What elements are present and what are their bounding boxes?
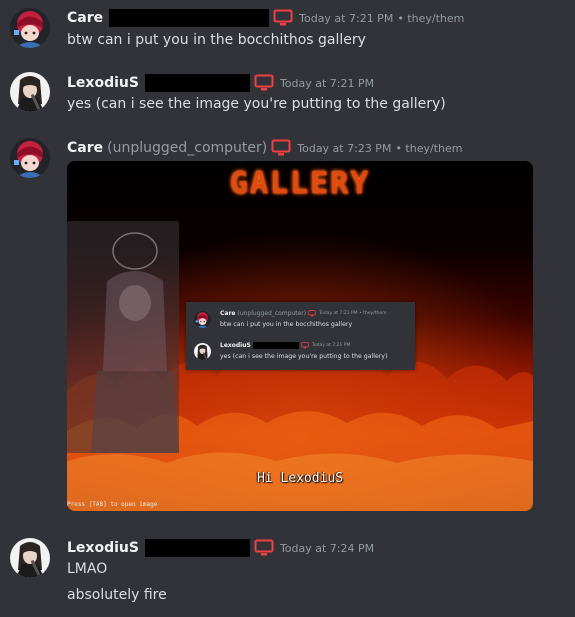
- quoted-header: Care (unplugged_computer) Today at 7:21 …: [220, 310, 387, 317]
- desktop-monitor-icon: [254, 539, 274, 557]
- username[interactable]: Care: [67, 10, 103, 26]
- quoted-username: Care: [220, 310, 236, 317]
- greeting-text: Hi LexodiuS: [256, 471, 344, 486]
- desktop-monitor-icon: [308, 310, 316, 317]
- desktop-monitor-icon: [271, 139, 291, 157]
- quoted-message-screenshot: Care (unplugged_computer) Today at 7:21 …: [186, 302, 415, 370]
- press-tab-hint: Press [TAB] to open image: [67, 501, 158, 508]
- quoted-text: btw can i put you in the bocchithos gall…: [220, 321, 353, 328]
- message-header: LexodiuS Today at 7:24 PM: [67, 538, 374, 558]
- timestamp[interactable]: Today at 7:24 PM: [280, 542, 374, 555]
- avatar[interactable]: [10, 72, 50, 112]
- avatar: [194, 343, 211, 360]
- image-attachment[interactable]: GALLERY Care (unplugged_computer) Today …: [67, 161, 533, 511]
- username[interactable]: LexodiuS: [67, 540, 139, 556]
- timestamp[interactable]: Today at 7:21 PM: [280, 77, 374, 90]
- message-text: absolutely fire: [67, 587, 167, 603]
- avatar[interactable]: [10, 538, 50, 578]
- user-handle: (unplugged_computer): [107, 140, 268, 156]
- gallery-title: GALLERY: [229, 166, 371, 201]
- username[interactable]: Care: [67, 140, 103, 156]
- quoted-text: yes (can i see the image you're putting …: [220, 353, 388, 360]
- message-text: yes (can i see the image you're putting …: [67, 96, 446, 112]
- avatar[interactable]: [10, 8, 50, 48]
- timestamp[interactable]: Today at 7:23 PM: [297, 142, 391, 155]
- quoted-meta: Today at 7:21 PM: [311, 343, 351, 348]
- message-header: Care (unplugged_computer) Today at 7:23 …: [67, 138, 462, 158]
- avatar: [194, 311, 211, 328]
- desktop-monitor-icon: [273, 9, 293, 27]
- desktop-monitor-icon: [254, 74, 274, 92]
- pronouns: • they/them: [397, 11, 465, 25]
- redacted-box: [144, 539, 250, 557]
- message-header: LexodiuS Today at 7:21 PM: [67, 73, 374, 93]
- redacted-box: [144, 74, 250, 92]
- message-header: Care Today at 7:21 PM • they/them: [67, 8, 464, 28]
- avatar[interactable]: [10, 138, 50, 178]
- redacted-box: [252, 342, 299, 349]
- quoted-header: LexodiuS Today at 7:21 PM: [220, 342, 350, 349]
- pronouns: • they/them: [395, 141, 463, 155]
- chat-log: Care Today at 7:21 PM • they/them btw ca…: [0, 0, 575, 617]
- quoted-meta: Today at 7:21 PM • they/them: [319, 311, 387, 316]
- desktop-monitor-icon: [301, 342, 309, 349]
- redacted-box: [109, 9, 270, 27]
- quoted-handle: (unplugged_computer): [237, 310, 307, 317]
- message-text: LMAO: [67, 561, 108, 577]
- framed-picture: [67, 221, 179, 453]
- timestamp[interactable]: Today at 7:21 PM: [299, 12, 393, 25]
- quoted-username: LexodiuS: [220, 342, 251, 349]
- username[interactable]: LexodiuS: [67, 75, 139, 91]
- message-text: btw can i put you in the bocchithos gall…: [67, 32, 366, 48]
